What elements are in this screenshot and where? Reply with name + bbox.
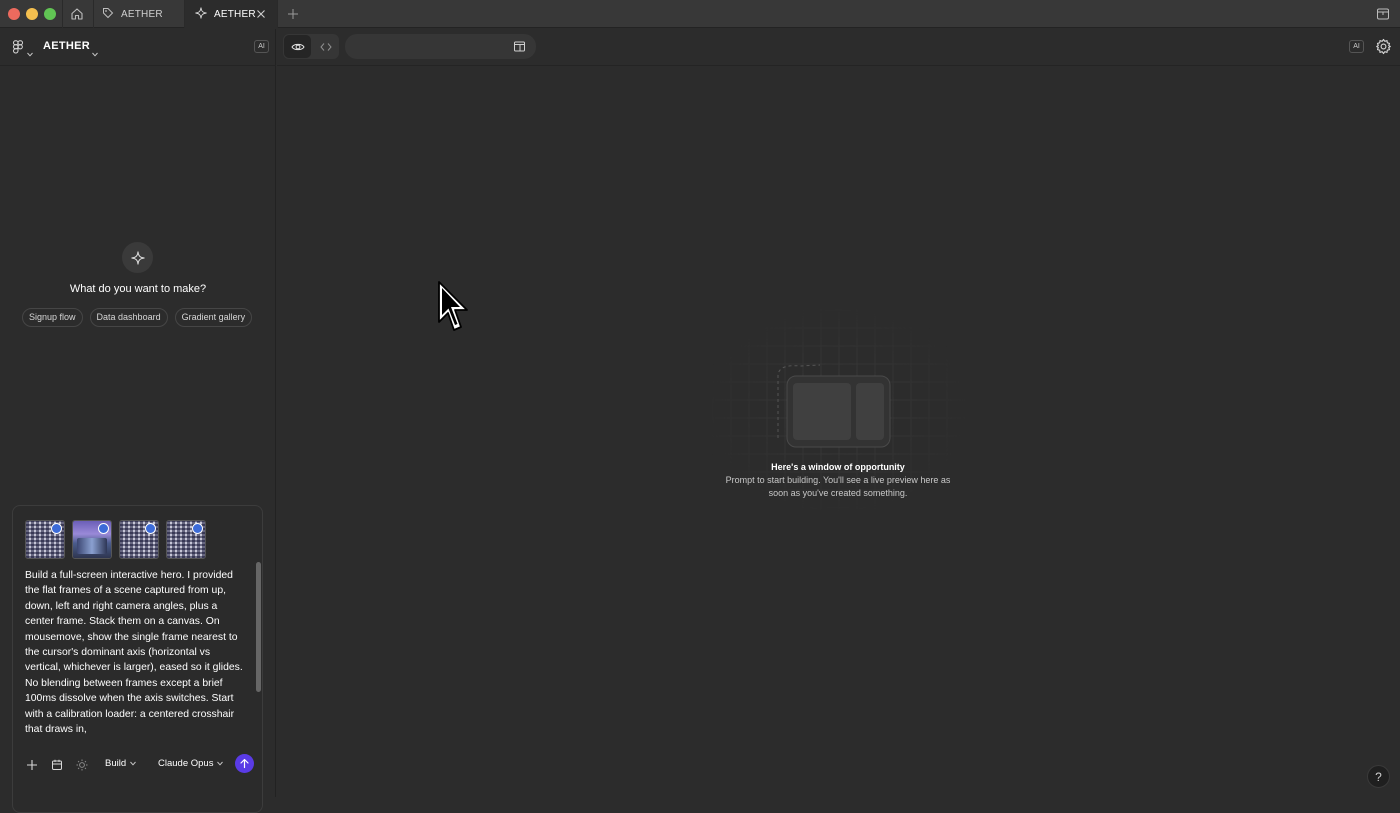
zoom-window-button[interactable]	[44, 8, 56, 20]
tab-label: AETHER	[121, 8, 163, 20]
chevron-down-icon	[130, 761, 136, 766]
send-button[interactable]	[235, 754, 254, 773]
empty-prompt-heading: What do you want to make?	[69, 283, 207, 295]
code-mode-button[interactable]	[312, 35, 339, 58]
eye-icon	[290, 43, 305, 50]
model-select[interactable]: Claude Opus	[158, 758, 224, 769]
ai-button[interactable]: AI	[254, 40, 269, 53]
window-icon[interactable]	[1376, 7, 1390, 21]
project-title[interactable]: AETHER	[43, 40, 90, 52]
mouse-cursor-icon	[438, 281, 468, 331]
suggestion-chip-gradient-gallery[interactable]: Gradient gallery	[174, 308, 253, 327]
suggestion-chips: Signup flow Data dashboard Gradient gall…	[22, 308, 253, 327]
chevron-down-icon[interactable]	[92, 44, 98, 62]
mode-label: Build	[105, 758, 127, 769]
sparkle-icon	[195, 6, 214, 22]
composer-scrollbar[interactable]	[256, 562, 261, 692]
arrow-up-icon	[240, 758, 249, 769]
tab-label: AETHER	[214, 8, 256, 20]
empty-state-description: Prompt to start building. You'll see a l…	[725, 475, 951, 498]
preview-toolbar: AI	[277, 29, 1400, 66]
code-icon	[319, 42, 332, 51]
tab-divider	[277, 0, 278, 28]
attachment-thumbnail[interactable]	[25, 520, 65, 559]
composer-toolbar: Build Claude Opus	[13, 750, 261, 780]
attachment-list	[25, 520, 206, 559]
close-tab-icon[interactable]	[255, 8, 267, 20]
preview-mode-button[interactable]	[284, 35, 311, 58]
chevron-down-icon	[217, 761, 224, 766]
attachment-thumbnail[interactable]	[166, 520, 206, 559]
attachment-thumbnail[interactable]	[72, 520, 112, 559]
add-attachment-icon[interactable]	[25, 758, 39, 772]
mode-select[interactable]: Build	[105, 758, 136, 769]
attachment-thumbnail[interactable]	[119, 520, 159, 559]
figma-logo-icon[interactable]	[12, 40, 24, 54]
tab-divider	[62, 0, 63, 28]
link-badge-icon	[145, 523, 156, 534]
prompt-composer: Build a full-screen interactive hero. I …	[12, 505, 263, 813]
link-badge-icon	[51, 523, 62, 534]
empty-state-title: Here's a window of opportunity	[771, 462, 905, 472]
tab-aether-2[interactable]: AETHER	[185, 0, 277, 28]
chat-panel: AETHER AI What do you want to make? Sign…	[0, 29, 276, 813]
suggestion-chip-signup-flow[interactable]: Signup flow	[22, 308, 83, 327]
model-label: Claude Opus	[158, 758, 214, 769]
settings-gear-icon[interactable]	[1375, 38, 1392, 55]
minimize-window-button[interactable]	[26, 8, 38, 20]
tab-bar: AETHER AETHER	[0, 0, 1400, 28]
chevron-down-icon[interactable]	[27, 44, 33, 62]
close-window-button[interactable]	[8, 8, 20, 20]
open-in-window-icon[interactable]	[513, 40, 526, 53]
home-icon[interactable]	[66, 5, 88, 23]
prompt-textarea[interactable]: Build a full-screen interactive hero. I …	[25, 568, 243, 737]
view-toggle	[283, 34, 339, 59]
suggestion-chip-data-dashboard[interactable]: Data dashboard	[89, 308, 168, 327]
help-button[interactable]: ?	[1367, 765, 1390, 788]
brightness-icon[interactable]	[75, 758, 89, 772]
url-bar[interactable]	[345, 34, 536, 59]
tab-aether-1[interactable]: AETHER	[94, 0, 184, 28]
link-badge-icon	[192, 523, 203, 534]
new-tab-icon[interactable]	[286, 7, 300, 21]
sparkle-icon	[122, 242, 153, 273]
tag-icon	[102, 7, 121, 22]
calendar-icon[interactable]	[50, 758, 64, 772]
ai-button[interactable]: AI	[1349, 40, 1364, 53]
link-badge-icon	[98, 523, 109, 534]
panel-header: AETHER AI	[0, 29, 276, 66]
